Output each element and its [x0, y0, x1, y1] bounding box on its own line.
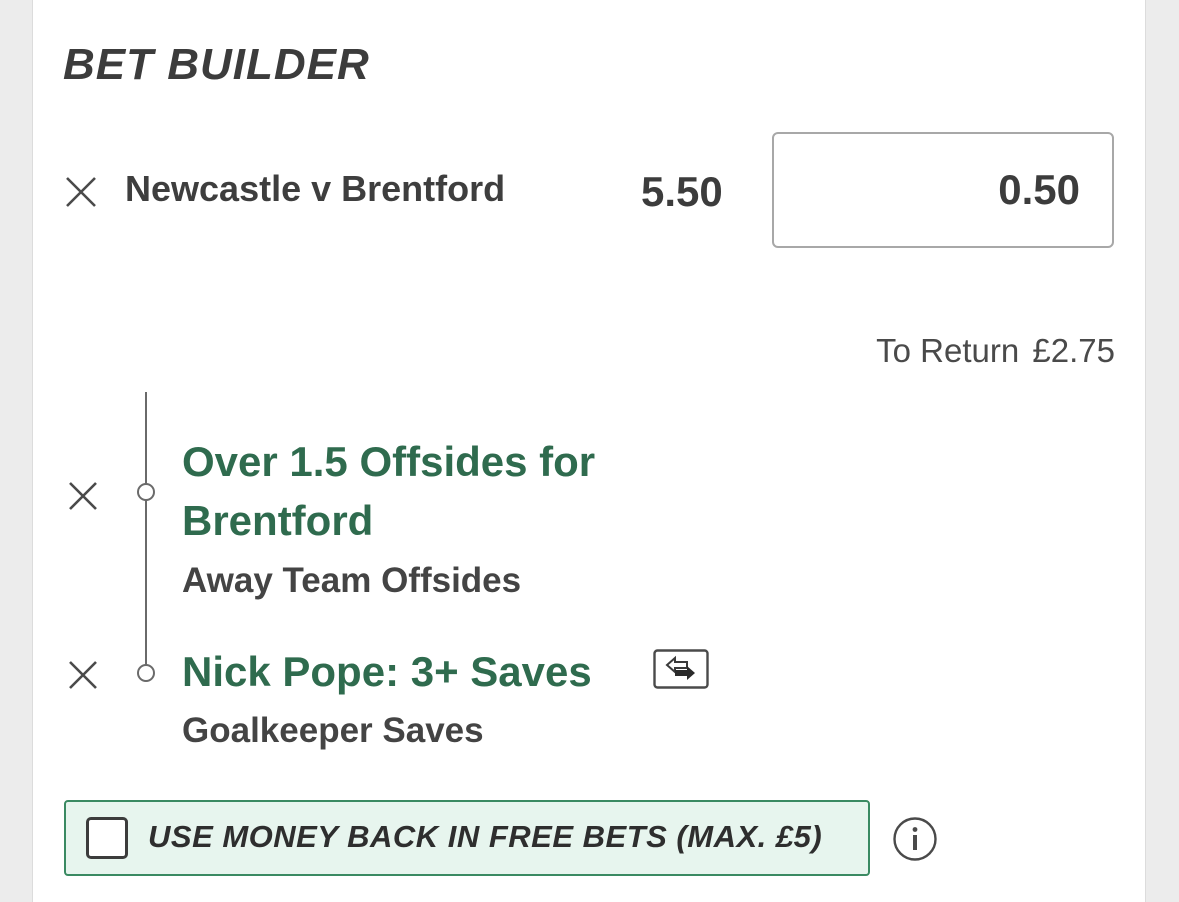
remove-selection-1-close-icon[interactable] [66, 479, 100, 513]
odds-value: 5.50 [641, 168, 723, 215]
timeline-dot-1 [137, 483, 155, 501]
bet-builder-card: BET BUILDER Newcastle v Brentford 5.50 T… [32, 0, 1146, 902]
selection-2-market: Goalkeeper Saves [182, 711, 484, 750]
selection-2-title: Nick Pope: 3+ Saves [182, 648, 592, 695]
info-icon[interactable] [892, 816, 938, 862]
to-return: To Return £2.75 [872, 332, 1115, 370]
selection-1-title-line-1: Over 1.5 Offsides for [182, 438, 596, 485]
to-return-label: To Return [876, 332, 1020, 369]
remove-selection-2-close-icon[interactable] [66, 658, 100, 692]
event-name: Newcastle v Brentford [125, 168, 506, 209]
money-back-checkbox[interactable] [86, 817, 128, 859]
money-back-option[interactable]: USE MONEY BACK IN FREE BETS (MAX. £5) [64, 800, 870, 876]
timeline-dot-2 [137, 664, 155, 682]
bet-builder-title: BET BUILDER [63, 40, 370, 89]
stake-field[interactable] [772, 132, 1114, 248]
stake-input[interactable] [774, 134, 1112, 246]
to-return-value: £2.75 [1032, 332, 1115, 369]
money-back-label: USE MONEY BACK IN FREE BETS (MAX. £5) [148, 819, 823, 854]
remove-event-close-icon[interactable] [64, 175, 98, 209]
selection-timeline [145, 392, 147, 672]
swap-icon[interactable] [653, 649, 709, 689]
selection-1-title-line-2: Brentford [182, 497, 374, 544]
selection-1-market: Away Team Offsides [182, 561, 522, 600]
